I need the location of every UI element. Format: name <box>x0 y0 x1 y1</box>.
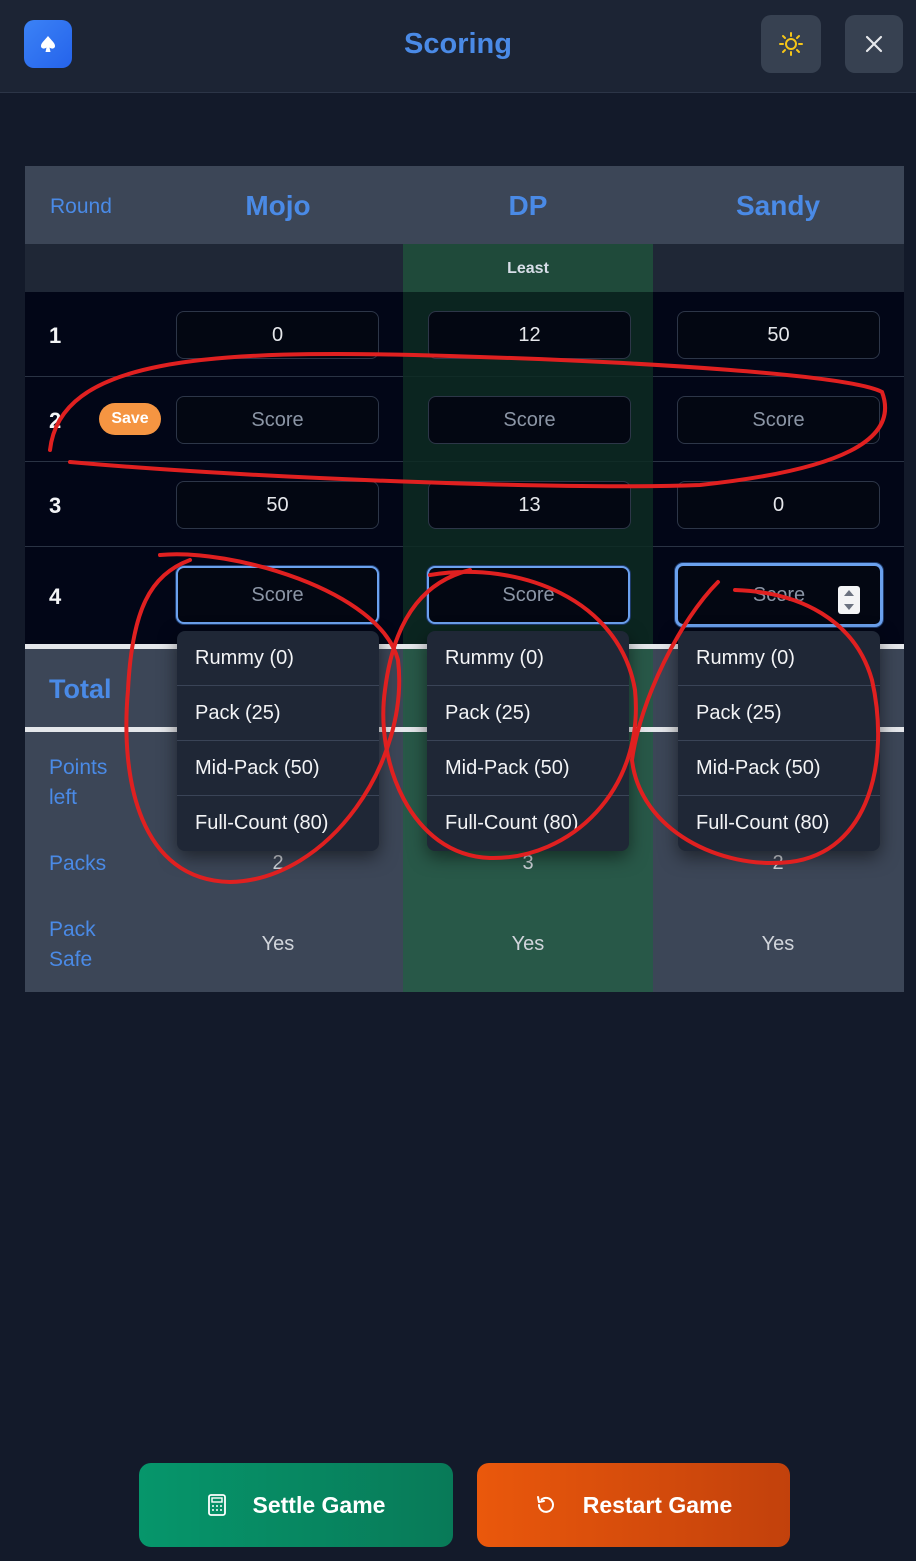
calculator-icon <box>207 1494 226 1516</box>
option-rummy[interactable]: Rummy (0) <box>678 631 880 686</box>
least-badge-label: Least <box>507 260 549 277</box>
score-input[interactable]: 0 <box>677 481 880 529</box>
round-number: 4 <box>49 584 62 609</box>
round-column-header: Round <box>50 195 112 218</box>
spin-down-icon[interactable] <box>843 603 855 611</box>
number-spinner[interactable] <box>838 586 860 614</box>
player-name-sandy: Sandy <box>735 190 821 221</box>
score-placeholder: Score <box>752 583 806 606</box>
settle-game-button[interactable]: Settle Game <box>139 1463 453 1547</box>
pack-safe-value: Yes <box>511 933 545 955</box>
option-full-count[interactable]: Full-Count (80) <box>427 796 629 851</box>
option-pack[interactable]: Pack (25) <box>427 686 629 741</box>
score-input[interactable]: Score <box>427 566 630 624</box>
option-mid-pack[interactable]: Mid-Pack (50) <box>427 741 629 796</box>
option-full-count[interactable]: Full-Count (80) <box>678 796 880 851</box>
total-label: Total <box>49 674 112 704</box>
pack-safe-value: Yes <box>761 933 795 955</box>
option-mid-pack[interactable]: Mid-Pack (50) <box>177 741 379 796</box>
score-input[interactable]: 13 <box>428 481 631 529</box>
score-options-dropdown: Rummy (0) Pack (25) Mid-Pack (50) Full-C… <box>177 631 379 851</box>
option-rummy[interactable]: Rummy (0) <box>177 631 379 686</box>
round-number: 2 <box>49 408 62 433</box>
restart-game-label: Restart Game <box>582 1491 733 1518</box>
close-button[interactable] <box>845 15 903 73</box>
close-icon <box>865 35 883 53</box>
packs-value: 3 <box>522 852 534 874</box>
restart-game-button[interactable]: Restart Game <box>477 1463 790 1547</box>
header: Scoring <box>0 0 916 93</box>
score-input[interactable]: 50 <box>677 311 880 359</box>
score-input-focused[interactable]: Score <box>675 563 883 627</box>
option-rummy[interactable]: Rummy (0) <box>427 631 629 686</box>
theme-toggle-button[interactable] <box>761 15 821 73</box>
pack-safe-value: Yes <box>261 933 295 955</box>
restart-icon <box>536 1496 554 1513</box>
score-input[interactable]: Score <box>677 396 880 444</box>
score-input[interactable]: 0 <box>176 311 379 359</box>
score-input[interactable]: 12 <box>428 311 631 359</box>
option-pack[interactable]: Pack (25) <box>177 686 379 741</box>
table-header: Round Mojo DP Sandy <box>25 166 904 244</box>
player-name-dp: DP <box>508 190 548 221</box>
score-options-dropdown: Rummy (0) Pack (25) Mid-Pack (50) Full-C… <box>678 631 880 851</box>
round-number: 1 <box>49 323 62 348</box>
option-mid-pack[interactable]: Mid-Pack (50) <box>678 741 880 796</box>
points-left-label: Points left <box>49 756 108 809</box>
round-number: 3 <box>49 493 62 518</box>
option-pack[interactable]: Pack (25) <box>678 686 880 741</box>
packs-value: 2 <box>772 852 784 874</box>
score-input[interactable]: Score <box>428 396 631 444</box>
score-input[interactable]: Score <box>176 566 379 624</box>
score-options-dropdown: Rummy (0) Pack (25) Mid-Pack (50) Full-C… <box>427 631 629 851</box>
player-name-mojo: Mojo <box>245 190 311 221</box>
score-input[interactable]: 50 <box>176 481 379 529</box>
option-full-count[interactable]: Full-Count (80) <box>177 796 379 851</box>
save-button[interactable]: Save <box>99 403 161 435</box>
score-input[interactable]: Score <box>176 396 379 444</box>
packs-value: 2 <box>272 852 284 874</box>
packs-label: Packs <box>49 852 107 875</box>
sun-icon <box>779 32 803 56</box>
pack-safe-label: Pack Safe <box>49 918 96 971</box>
settle-game-label: Settle Game <box>252 1491 386 1518</box>
spin-up-icon[interactable] <box>843 589 855 597</box>
